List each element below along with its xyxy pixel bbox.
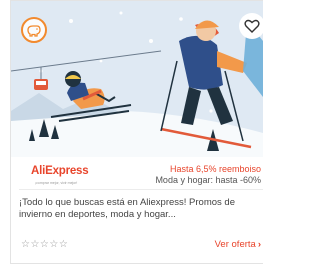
cashback-detail: Moda y hogar: hasta -60% [155,175,261,185]
piggy-bank-glyph [27,25,41,37]
brand-tagline: ¡comprar mejor, vivir mejor! [35,181,78,185]
heart-icon [244,19,260,33]
offer-header: AliExpress ¡comprar mejor, vivir mejor! … [11,161,263,191]
offer-card[interactable]: AliExpress ¡comprar mejor, vivir mejor! … [10,0,263,264]
favorite-button[interactable] [239,13,263,39]
hero-illustration [11,1,263,157]
divider [19,189,263,190]
view-offer-link[interactable]: Ver oferta › [215,239,261,250]
offer-description: ¡Todo lo que buscas está en Aliexpress! … [19,197,235,220]
offer-footer: ☆☆☆☆☆ Ver oferta › [11,237,263,255]
view-offer-label: Ver oferta [214,239,256,250]
brand-logo: AliExpress [31,165,89,177]
piggy-bank-icon [21,17,47,43]
rating-stars[interactable]: ☆☆☆☆☆ [21,239,68,250]
cashback-rate: Hasta 6,5% reemboiso [169,164,261,174]
chevron-right-icon: › [257,239,261,250]
skiers-illustration [11,1,263,157]
cashback-info: Hasta 6,5% reemboiso Moda y hogar: hasta… [155,164,261,186]
